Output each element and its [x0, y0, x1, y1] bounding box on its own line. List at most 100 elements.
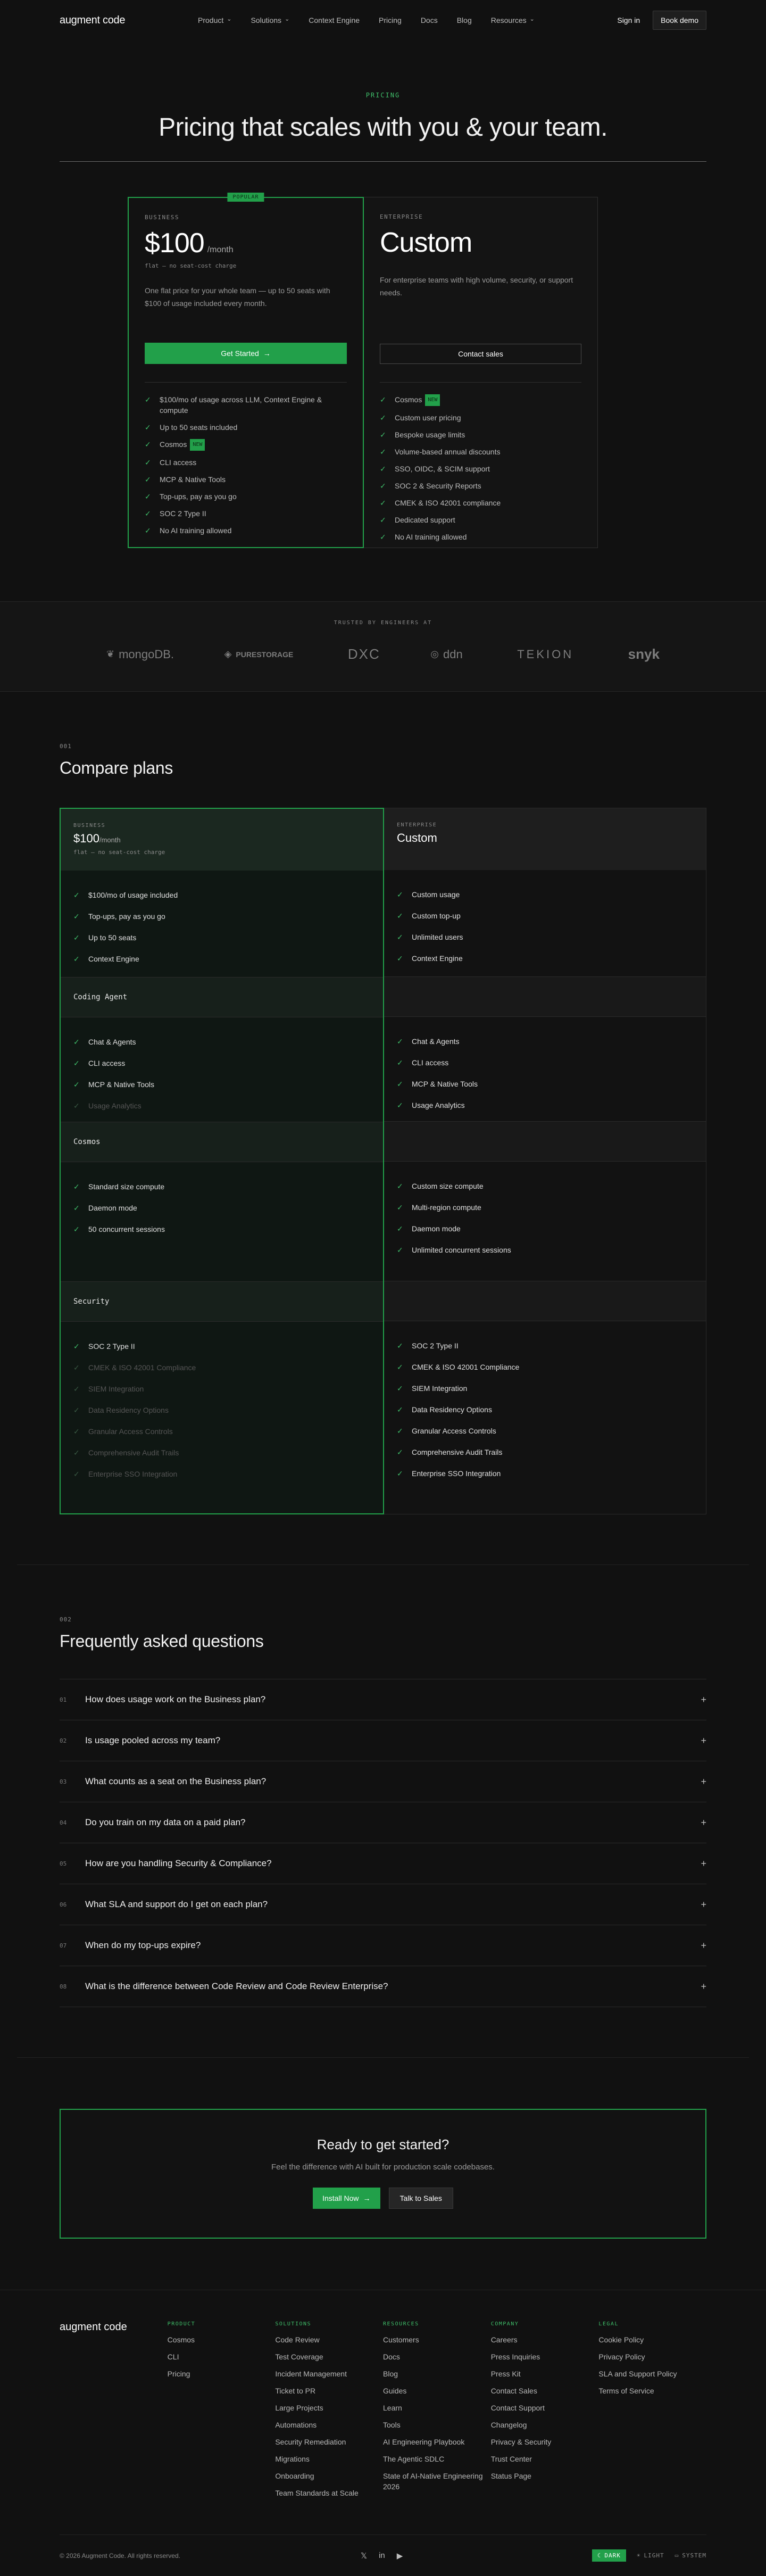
compare-row-label: Enterprise SSO Integration — [88, 1470, 178, 1478]
footer-link[interactable]: Large Projects — [275, 2403, 383, 2413]
footer-link[interactable]: Privacy Policy — [598, 2351, 706, 2362]
faq-item[interactable]: 04 Do you train on my data on a paid plan… — [60, 1802, 706, 1843]
faq-item[interactable]: 08 What is the difference between Code Re… — [60, 1966, 706, 2007]
footer-link[interactable]: Guides — [383, 2386, 491, 2396]
plus-icon[interactable]: + — [696, 1940, 706, 1951]
footer-link[interactable]: Status Page — [491, 2471, 599, 2481]
footer-link[interactable]: Migrations — [275, 2454, 383, 2464]
footer-link[interactable]: Careers — [491, 2334, 599, 2345]
divider — [145, 382, 347, 383]
get-started-button[interactable]: Get Started → — [145, 343, 347, 364]
footer-link[interactable]: Automations — [275, 2420, 383, 2430]
compare-row-label: Context Engine — [412, 954, 463, 963]
footer-link[interactable]: State of AI-Native Engineering 2026 — [383, 2471, 491, 2492]
feature-item: ✓ No AI training allowed — [145, 525, 347, 536]
x-icon[interactable]: 𝕏 — [361, 2551, 367, 2561]
contact-sales-button[interactable]: Contact sales — [380, 344, 581, 364]
faq-number: 02 — [60, 1737, 67, 1744]
book-demo-button[interactable]: Book demo — [653, 11, 706, 30]
group-header: Cosmos — [61, 1122, 383, 1162]
check-icon: ✓ — [380, 448, 386, 457]
chevron-down-icon: ⌄ — [285, 15, 290, 22]
feature-text: No AI training allowed — [395, 532, 467, 542]
check-icon: ✓ — [397, 932, 403, 941]
top-nav: augment code Product ⌄ Solutions ⌄ Context E… — [0, 0, 766, 40]
footer-link[interactable]: Cosmos — [168, 2334, 276, 2345]
new-badge: NEW — [425, 394, 440, 407]
footer-link[interactable]: Learn — [383, 2403, 491, 2413]
plus-icon[interactable]: + — [696, 1981, 706, 1992]
nav-link-context-engine[interactable]: Context Engine — [309, 16, 360, 24]
footer-link[interactable]: The Agentic SDLC — [383, 2454, 491, 2464]
column-tier: ENTERPRISE — [397, 822, 437, 828]
footer-link[interactable]: CLI — [168, 2351, 276, 2362]
nav-link-solutions[interactable]: Solutions ⌄ — [251, 15, 290, 25]
footer-link[interactable]: Contact Sales — [491, 2386, 599, 2396]
nav-link-docs[interactable]: Docs — [421, 16, 438, 24]
plus-icon[interactable]: + — [696, 1735, 706, 1746]
footer-link[interactable]: Press Inquiries — [491, 2351, 599, 2362]
footer-link[interactable]: Code Review — [275, 2334, 383, 2345]
plus-icon[interactable]: + — [696, 1776, 706, 1787]
footer-link[interactable]: AI Engineering Playbook — [383, 2437, 491, 2447]
footer-link[interactable]: Contact Support — [491, 2403, 599, 2413]
theme-dark-button[interactable]: ☾ DARK — [592, 2549, 626, 2562]
plus-icon[interactable]: + — [696, 1899, 706, 1910]
footer-link[interactable]: Incident Management — [275, 2368, 383, 2379]
footer-link[interactable]: Changelog — [491, 2420, 599, 2430]
footer-link[interactable]: Docs — [383, 2351, 491, 2362]
talk-to-sales-button[interactable]: Talk to Sales — [388, 2188, 453, 2209]
footer-link[interactable]: Blog — [383, 2368, 491, 2379]
compare-row: ✓ Unlimited concurrent sessions — [397, 1239, 693, 1261]
hero-divider — [60, 161, 706, 162]
footer-link[interactable]: Press Kit — [491, 2368, 599, 2379]
footer-link[interactable]: Privacy & Security — [491, 2437, 599, 2447]
plus-icon[interactable]: + — [696, 1817, 706, 1828]
feature-label: SOC 2 & Security Reports — [395, 482, 481, 491]
theme-light-button[interactable]: ☀ LIGHT — [637, 2552, 664, 2559]
compare-row: ✓ Chat & Agents — [73, 1031, 370, 1053]
check-icon: ✓ — [73, 1469, 80, 1478]
footer-link[interactable]: Customers — [383, 2334, 491, 2345]
footer-logo[interactable]: augment code — [60, 2321, 168, 2505]
compare-row: ✓ MCP & Native Tools — [397, 1073, 693, 1095]
linkedin-icon[interactable]: in — [379, 2551, 385, 2560]
footer-link[interactable]: Ticket to PR — [275, 2386, 383, 2396]
nav-link-blog[interactable]: Blog — [457, 16, 472, 24]
feature-label: CMEK & ISO 42001 compliance — [395, 499, 501, 508]
footer-link[interactable]: Team Standards at Scale — [275, 2488, 383, 2498]
theme-system-button[interactable]: ▭ SYSTEM — [675, 2552, 706, 2559]
customer-logos: ❦ mongoDB. ◈ PURESTORAGE DXC ◎ ddn TEKION snyk — [106, 646, 660, 662]
nav-link-pricing[interactable]: Pricing — [379, 16, 402, 24]
faq-item[interactable]: 07 When do my top-ups expire? + — [60, 1925, 706, 1966]
faq-number: 06 — [60, 1901, 67, 1908]
column-price: Custom — [397, 831, 437, 844]
footer-link[interactable]: Security Remediation — [275, 2437, 383, 2447]
faq-item[interactable]: 02 Is usage pooled across my team? + — [60, 1720, 706, 1761]
logo[interactable]: augment code — [60, 14, 125, 27]
nav-link-product[interactable]: Product ⌄ — [198, 16, 231, 25]
compare-row-label: Custom top-up — [412, 912, 461, 920]
footer-link[interactable]: Trust Center — [491, 2454, 599, 2464]
footer-link[interactable]: Pricing — [168, 2368, 276, 2379]
footer-link[interactable]: Tools — [383, 2420, 491, 2430]
plus-icon[interactable]: + — [696, 1858, 706, 1869]
footer-link[interactable]: Onboarding — [275, 2471, 383, 2481]
faq-item[interactable]: 06 What SLA and support do I get on each … — [60, 1884, 706, 1925]
faq-item[interactable]: 03 What counts as a seat on the Business … — [60, 1761, 706, 1802]
youtube-icon[interactable]: ▶ — [397, 2551, 403, 2561]
nav-link-resources[interactable]: Resources ⌄ — [491, 16, 535, 25]
faq-number: 05 — [60, 1860, 67, 1867]
compare-row-label: Granular Access Controls — [412, 1427, 496, 1435]
compare-row-label: Unlimited concurrent sessions — [412, 1246, 511, 1254]
footer-link[interactable]: Cookie Policy — [598, 2334, 706, 2345]
plus-icon[interactable]: + — [696, 1694, 706, 1705]
sign-in-link[interactable]: Sign in — [617, 16, 640, 24]
customer-logo-text: DXC — [347, 646, 380, 662]
footer-link[interactable]: SLA and Support Policy — [598, 2368, 706, 2379]
install-now-button[interactable]: Install Now → — [313, 2188, 380, 2209]
faq-item[interactable]: 01 How does usage work on the Business pl… — [60, 1679, 706, 1720]
footer-link[interactable]: Test Coverage — [275, 2351, 383, 2362]
faq-item[interactable]: 05 How are you handling Security & Compli… — [60, 1843, 706, 1884]
footer-link[interactable]: Terms of Service — [598, 2386, 706, 2396]
